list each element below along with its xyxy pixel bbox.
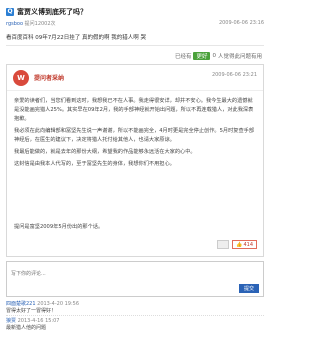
divider: [6, 315, 264, 316]
answer-body: 亲爱的读者们，当您们看到这时，我想我已不在人事。我走得很安详，却并不安心。我今生…: [7, 91, 263, 178]
like-count: 414: [243, 241, 253, 248]
question-date: 2009-06-06 23:16: [218, 20, 264, 26]
question-title: 富贾义博到底死了吗？: [17, 8, 87, 16]
comment-text: 冒得太好了一冒得好！: [6, 308, 57, 314]
answer-footer: 提问是富坚2009年5月份出的那个话。: [14, 224, 104, 230]
list-item: 四面楚歌221 2013-4-20 19:56 冒得太好了一冒得好！: [6, 300, 264, 314]
useful-count: 0: [212, 53, 216, 59]
useful-prefix: 已经有: [174, 54, 192, 60]
answer-paragraph: 亲爱的读者们，当您们看到这时，我想我已不在人事。我走得很安详，却并不安心。我今生…: [14, 98, 254, 122]
question-icon: Q: [6, 8, 14, 16]
question-title-bar: Q 富贾义博到底死了吗？: [6, 6, 264, 18]
asker-row: rgsboo 提问12002次 2009-06-06 23:16: [6, 20, 264, 30]
comment-list: 四面楚歌221 2013-4-20 19:56 冒得太好了一冒得好！ 狼贾 20…: [6, 300, 264, 332]
asker-name[interactable]: rgsboo: [6, 21, 23, 27]
like-button[interactable]: 👍 414: [232, 240, 257, 249]
avatar[interactable]: W: [13, 69, 29, 86]
answer-paragraph: 这封信是由我本人代写的，至于冨坚先生的身体，我想你们不用担心。: [14, 161, 175, 167]
submit-comment-button[interactable]: 提交: [239, 284, 259, 293]
comment-text: 最新猎人他的问题: [6, 325, 47, 331]
divider: [6, 45, 264, 46]
answer-paragraph: 我必须在此向编辑部和冨坚先生说一声谢谢，所以不能画完全，4月时更是完全停止创作。…: [14, 128, 255, 143]
asker-meta: 提问12002次: [24, 21, 56, 27]
answer-username[interactable]: 提问者采纳: [34, 73, 64, 82]
list-item: 狼贾 2013-4-16 15:07 最新猎人他的问题: [6, 317, 264, 331]
answer-header: W 提问者采纳 2009-06-06 23:21: [7, 65, 263, 91]
share-button[interactable]: [217, 240, 230, 249]
thumb-up-icon: 👍: [236, 241, 243, 248]
useful-suffix: 人觉得此问题有用: [217, 54, 262, 60]
answer-actions: 👍 414: [217, 240, 257, 249]
answer-paragraph: 我最后能做的，就是去年的那份大纲，希望我的作品能够永远活在大家的心中。: [14, 149, 196, 155]
comment-form: 提交: [6, 261, 264, 297]
useful-row: 已经有 更好 0 人觉得此问题有用: [175, 52, 262, 60]
answer-date: 2009-06-06 23:21: [211, 72, 257, 78]
useful-button[interactable]: 更好: [193, 52, 211, 60]
comment-input[interactable]: [7, 262, 263, 286]
question-body: 看百度百科 09年7月22日挂了 真的假的啊 我的猎人啊 哭: [6, 35, 146, 41]
answer-card: W 提问者采纳 2009-06-06 23:21 亲爱的读者们，当您们看到这时，…: [6, 64, 264, 257]
